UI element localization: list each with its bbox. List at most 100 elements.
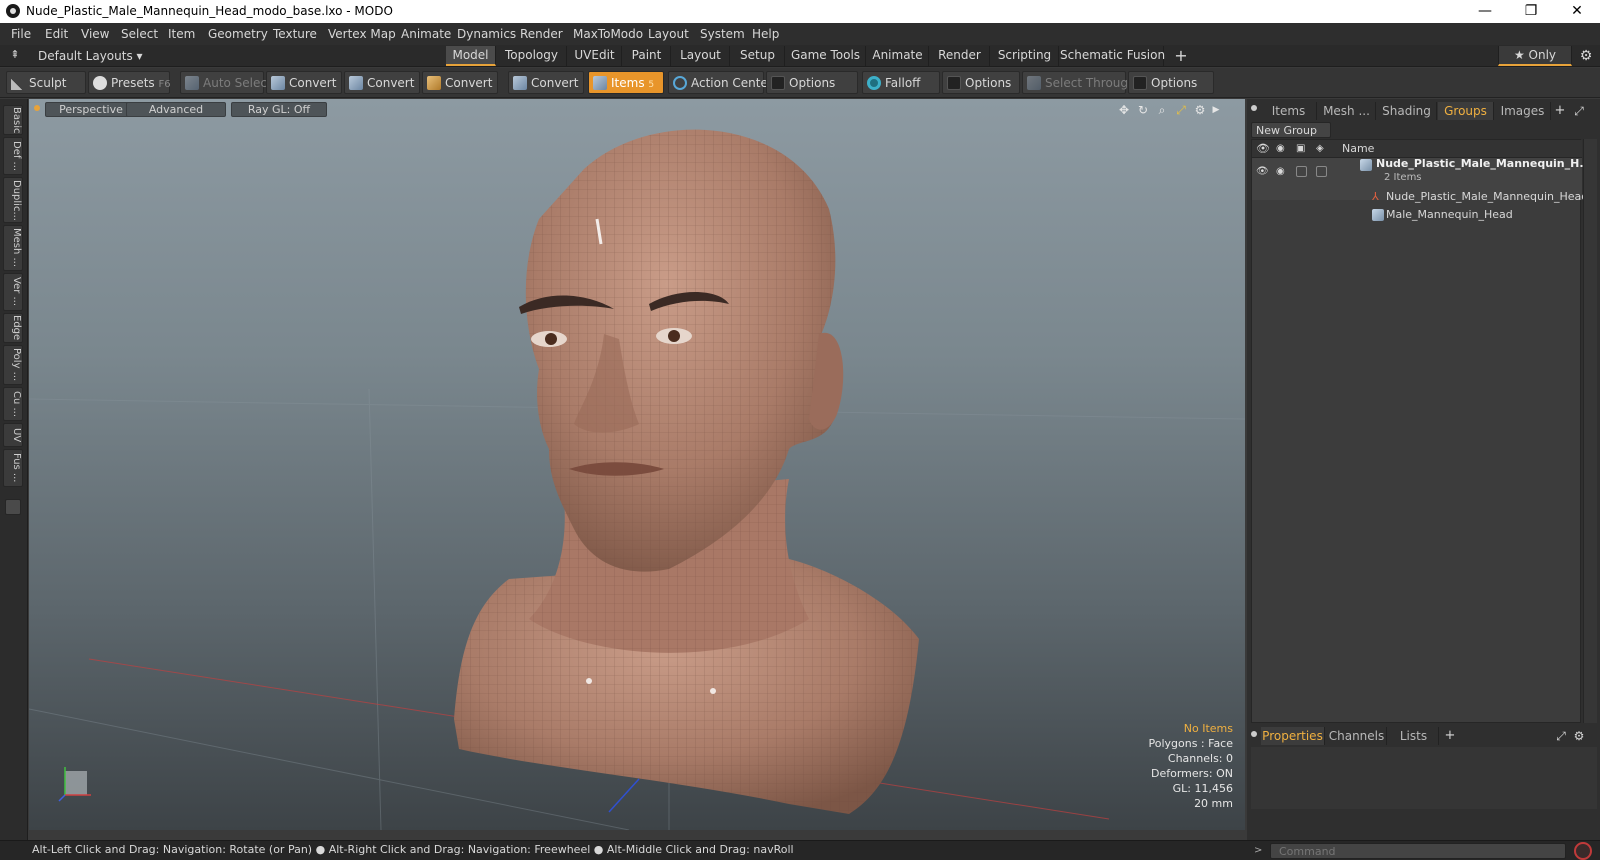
child-item-name[interactable]: Male_Mannequin_Head — [1386, 206, 1513, 224]
menu-geometry[interactable]: Geometry — [208, 26, 268, 42]
shading-advanced-button[interactable]: Advanced — [126, 102, 226, 117]
maximize-panel-icon[interactable]: ⤢ — [1571, 102, 1587, 120]
add-panel-tab-button[interactable]: + — [1553, 102, 1567, 120]
tab-animate[interactable]: Animate — [867, 46, 929, 66]
tab-paint[interactable]: Paint — [623, 46, 671, 66]
tab-schematic-fusion[interactable]: Schematic Fusion — [1060, 46, 1165, 66]
tab-channels[interactable]: Channels — [1327, 727, 1387, 745]
tab-groups[interactable]: Groups — [1438, 102, 1494, 120]
tab-lists[interactable]: Lists — [1389, 727, 1439, 745]
view-mode-button[interactable]: Perspective — [45, 102, 137, 117]
select-through-options-button[interactable]: Options — [1128, 71, 1214, 94]
minimize-button[interactable]: — — [1462, 0, 1508, 23]
layout-collapse-icon[interactable]: ⇞ — [8, 48, 22, 62]
tab-model[interactable]: Model — [446, 46, 496, 66]
tab-deform[interactable]: Def ... — [3, 137, 23, 175]
group-select-checkbox[interactable] — [1316, 166, 1327, 177]
group-lock-checkbox[interactable] — [1296, 166, 1307, 177]
command-history-icon[interactable]: > — [1254, 843, 1266, 859]
viewport-menu-icon[interactable] — [34, 105, 40, 111]
menu-render[interactable]: Render — [520, 26, 563, 42]
select-through-button[interactable]: Select Through — [1022, 71, 1136, 94]
menu-view[interactable]: View — [81, 26, 109, 42]
tab-polygon[interactable]: Poly ... — [3, 345, 23, 385]
pan-icon[interactable]: ✥ — [1117, 103, 1131, 117]
groups-scrollbar[interactable] — [1583, 139, 1597, 723]
menu-select[interactable]: Select — [121, 26, 158, 42]
lock-column-icon[interactable]: ▣ — [1296, 142, 1310, 156]
tab-duplicate[interactable]: Duplic... — [3, 177, 23, 223]
menu-dynamics[interactable]: Dynamics — [457, 26, 516, 42]
tab-images[interactable]: Images — [1495, 102, 1551, 120]
properties-menu-icon[interactable] — [1251, 731, 1257, 737]
viewport-settings-icon[interactable]: ⚙ — [1193, 103, 1207, 117]
menu-texture[interactable]: Texture — [273, 26, 317, 42]
tab-basic[interactable]: Basic — [3, 105, 23, 135]
restore-button[interactable]: ❐ — [1508, 0, 1554, 23]
expand-toolbox-button[interactable] — [5, 499, 21, 515]
tab-game-tools[interactable]: Game Tools — [786, 46, 866, 66]
tab-fusion[interactable]: Fus ... — [3, 449, 23, 487]
command-input[interactable] — [1270, 843, 1566, 859]
tab-mesh-edit[interactable]: Mesh ... — [3, 225, 23, 271]
raygl-toggle[interactable]: Ray GL: Off — [231, 102, 327, 117]
menu-animate[interactable]: Animate — [401, 26, 451, 42]
only-toggle[interactable]: ★ Only — [1498, 46, 1572, 66]
tab-edge[interactable]: Edge — [3, 313, 23, 343]
close-button[interactable]: ✕ — [1554, 0, 1600, 23]
menu-item[interactable]: Item — [168, 26, 195, 42]
tab-uvedit[interactable]: UVEdit — [568, 46, 622, 66]
tab-vertex[interactable]: Ver ... — [3, 273, 23, 311]
add-properties-tab-button[interactable]: + — [1443, 727, 1457, 745]
gear-icon[interactable]: ⚙ — [1576, 46, 1596, 66]
action-center-options-button[interactable]: Options — [766, 71, 858, 94]
menu-edit[interactable]: Edit — [45, 26, 68, 42]
tab-mesh[interactable]: Mesh ... — [1318, 102, 1376, 120]
tab-shading[interactable]: Shading — [1377, 102, 1437, 120]
select-column-icon[interactable]: ◈ — [1316, 142, 1330, 156]
new-group-button[interactable]: New Group — [1251, 122, 1331, 138]
falloff-button[interactable]: Falloff — [862, 71, 940, 94]
tab-render[interactable]: Render — [930, 46, 990, 66]
tab-uv[interactable]: UV — [3, 423, 23, 447]
convert-vertices-button[interactable]: Convert — [266, 71, 342, 94]
auto-select-button[interactable]: Auto Select — [180, 71, 272, 94]
items-mode-button[interactable]: Items 5 — [588, 71, 664, 94]
menu-help[interactable]: Help — [752, 26, 779, 42]
tab-layout[interactable]: Layout — [672, 46, 730, 66]
menu-vertex-map[interactable]: Vertex Map — [328, 26, 396, 42]
render-column-icon[interactable]: ◉ — [1276, 142, 1290, 156]
convert-edges-button[interactable]: Convert — [344, 71, 420, 94]
maximize-properties-icon[interactable]: ⤢ — [1553, 727, 1569, 745]
child-item-name[interactable]: Nude_Plastic_Male_Mannequin_Head — [1386, 188, 1588, 206]
layout-selector[interactable]: Default Layouts ▾ — [38, 48, 143, 64]
tab-setup[interactable]: Setup — [731, 46, 785, 66]
fit-icon[interactable]: ⤢ — [1174, 103, 1188, 117]
visibility-column-icon[interactable]: 👁 — [1256, 142, 1270, 156]
3d-viewport[interactable]: Perspective Advanced Ray GL: Off ✥ ↻ ⌕ ⤢… — [29, 99, 1245, 830]
zoom-icon[interactable]: ⌕ — [1155, 103, 1169, 117]
rotate-icon[interactable]: ↻ — [1136, 103, 1150, 117]
panel-menu-icon[interactable] — [1251, 105, 1257, 111]
falloff-options-button[interactable]: Options — [942, 71, 1020, 94]
properties-settings-icon[interactable]: ⚙ — [1571, 727, 1587, 745]
tab-curve[interactable]: Cu ... — [3, 387, 23, 421]
presets-button[interactable]: Presets F6 — [88, 71, 171, 94]
convert-polygons-button[interactable]: Convert — [422, 71, 498, 94]
viewport-expand-icon[interactable]: ▶ — [1209, 103, 1223, 117]
menu-maxtomodo[interactable]: MaxToModo — [573, 26, 643, 42]
record-macro-button[interactable] — [1574, 842, 1592, 860]
convert-materials-button[interactable]: Convert — [508, 71, 584, 94]
add-layout-tab-button[interactable]: + — [1172, 46, 1190, 66]
menu-system[interactable]: System — [700, 26, 745, 42]
tab-items[interactable]: Items — [1261, 102, 1317, 120]
group-render-icon[interactable]: ◉ — [1276, 166, 1285, 177]
group-visibility-icon[interactable]: 👁 — [1256, 166, 1269, 177]
tab-topology[interactable]: Topology — [497, 46, 567, 66]
sculpt-button[interactable]: Sculpt — [6, 71, 86, 94]
tab-properties[interactable]: Properties — [1261, 727, 1325, 745]
action-center-button[interactable]: Action Center — [668, 71, 773, 94]
menu-layout[interactable]: Layout — [648, 26, 689, 42]
tab-scripting[interactable]: Scripting — [991, 46, 1059, 66]
menu-file[interactable]: File — [11, 26, 31, 42]
